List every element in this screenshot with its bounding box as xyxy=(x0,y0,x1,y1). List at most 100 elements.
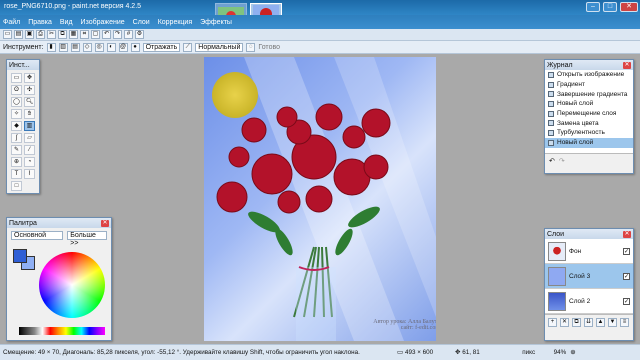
merge-layer-icon[interactable]: ⇊ xyxy=(584,318,593,327)
menu-file[interactable]: Файл xyxy=(3,19,20,26)
history-panel: Журнал ✕ Открыть изображение Градиент За… xyxy=(544,59,634,174)
layers-controls: + ✕ ⧉ ⇊ ▲ ▼ ≡ xyxy=(545,314,633,330)
cut-icon[interactable]: ✂ xyxy=(47,30,56,39)
move-layer-down-icon[interactable]: ▼ xyxy=(608,318,617,327)
layers-list: Фон ✓ Слой 3 ✓ Слой 2 ✓ xyxy=(545,239,633,314)
gradient-spiral-icon[interactable]: @ xyxy=(118,42,128,52)
layer-thumbnail xyxy=(548,291,566,311)
palette-swatch-row[interactable] xyxy=(19,327,105,335)
add-layer-icon[interactable]: + xyxy=(548,318,557,327)
pencil-icon[interactable]: ✎ xyxy=(11,145,22,155)
text-icon[interactable]: T xyxy=(11,169,22,179)
lasso-select-icon[interactable]: ʘ xyxy=(11,85,22,95)
grid-icon[interactable]: # xyxy=(124,30,133,39)
palette-mode-dropdown[interactable]: Основной xyxy=(11,231,64,240)
main-toolbar: ▭ ▤ ▣ ⎙ ✂ ⧉ ▦ ⌗ ▢ ↶ ↷ # ⚙ xyxy=(0,29,640,41)
history-item[interactable]: Новый слой xyxy=(545,137,633,148)
move-selected-icon[interactable]: ✣ xyxy=(24,85,35,95)
primary-color-swatch[interactable] xyxy=(13,249,27,263)
close-icon[interactable]: ✕ xyxy=(623,230,631,238)
gradient-linear-icon[interactable]: ▥ xyxy=(58,42,68,52)
zoom-level[interactable]: 94% xyxy=(542,349,567,356)
settings-icon[interactable]: ⚙ xyxy=(135,30,144,39)
image-canvas[interactable]: Автор урока: Алла Балута сайт: f-edit.co… xyxy=(204,57,436,341)
history-item[interactable]: Градиент xyxy=(545,80,633,90)
reflect-dropdown[interactable]: Отражать xyxy=(142,42,181,52)
paintbrush-icon[interactable]: ʃ xyxy=(11,133,22,143)
layer-visibility-checkbox[interactable]: ✓ xyxy=(623,247,630,255)
redo-icon[interactable]: ↷ xyxy=(559,157,565,165)
deselect-icon[interactable]: ▢ xyxy=(91,30,100,39)
gradient-icon[interactable]: ▥ xyxy=(24,121,35,131)
close-icon[interactable]: ✕ xyxy=(623,61,631,69)
layer-visibility-checkbox[interactable]: ✓ xyxy=(623,297,630,305)
current-tool-icon[interactable]: ▮ xyxy=(46,42,56,52)
undo-icon[interactable]: ↶ xyxy=(102,30,111,39)
blend-mode-dropdown[interactable]: Нормальный xyxy=(195,42,244,52)
eraser-icon[interactable]: ▱ xyxy=(24,133,35,143)
layer-row[interactable]: Фон ✓ xyxy=(545,239,633,264)
layer-row[interactable]: Слой 3 ✓ xyxy=(545,264,633,289)
close-icon[interactable]: ✕ xyxy=(101,219,109,227)
history-item[interactable]: Турбулентность xyxy=(545,128,633,138)
zoom-in-icon[interactable]: ⊕ xyxy=(570,349,575,356)
gradient-diamond-icon[interactable]: ◇ xyxy=(82,42,92,52)
menu-adjustments[interactable]: Коррекция xyxy=(158,19,192,26)
delete-layer-icon[interactable]: ✕ xyxy=(560,318,569,327)
color-wheel[interactable] xyxy=(39,252,105,318)
menu-image[interactable]: Изображение xyxy=(81,19,125,26)
layer-properties-icon[interactable]: ≡ xyxy=(620,318,629,327)
tool-options-bar: Инструмент: ▮ ▥ ▤ ◇ ◎ ◐ @ ● Отражать ⟋ Н… xyxy=(0,41,640,54)
close-button[interactable]: ✕ xyxy=(620,2,638,12)
history-item[interactable]: Завершение градиента xyxy=(545,89,633,99)
clone-stamp-icon[interactable]: ⊕ xyxy=(11,157,22,167)
antialias-icon[interactable]: ⟋ xyxy=(183,42,193,52)
line-curve-icon[interactable]: ⌇ xyxy=(24,169,35,179)
rectangle-select-icon[interactable]: ▭ xyxy=(11,73,22,83)
new-layer-icon xyxy=(548,100,554,107)
shapes-icon[interactable]: □ xyxy=(11,181,22,191)
print-icon[interactable]: ⎙ xyxy=(36,30,45,39)
undo-icon[interactable]: ↶ xyxy=(549,157,555,165)
done-button[interactable]: Готово xyxy=(258,44,280,51)
recolor-icon[interactable]: ◔ xyxy=(24,157,35,167)
duplicate-layer-icon[interactable]: ⧉ xyxy=(572,318,581,327)
status-hint: Смещение: 49 × 70, Диагональ: 85,28 пикс… xyxy=(3,349,360,356)
gradient-conical-icon[interactable]: ◐ xyxy=(106,42,116,52)
new-file-icon[interactable]: ▭ xyxy=(3,30,12,39)
history-item[interactable]: Открыть изображение xyxy=(545,70,633,80)
open-file-icon[interactable]: ▤ xyxy=(14,30,23,39)
pan-icon[interactable]: ✋︎ xyxy=(24,109,35,119)
layer-row[interactable]: Слой 2 ✓ xyxy=(545,289,633,314)
maximize-button[interactable]: □ xyxy=(603,2,617,12)
minimize-button[interactable]: – xyxy=(586,2,600,12)
crop-icon[interactable]: ⌗ xyxy=(80,30,89,39)
gradient-linear-reflected-icon[interactable]: ▤ xyxy=(70,42,80,52)
copy-icon[interactable]: ⧉ xyxy=(58,30,67,39)
history-item[interactable]: Новый слой xyxy=(545,99,633,109)
magic-wand-icon[interactable]: ✧ xyxy=(11,109,22,119)
zoom-icon[interactable]: 🔍︎ xyxy=(24,97,35,107)
layer-visibility-checkbox[interactable]: ✓ xyxy=(623,272,630,280)
menu-layers[interactable]: Слои xyxy=(133,19,150,26)
save-icon[interactable]: ▣ xyxy=(25,30,34,39)
redo-icon[interactable]: ↷ xyxy=(113,30,122,39)
alpha-icon[interactable]: ◌ xyxy=(246,42,256,52)
color-picker-icon[interactable]: ⁄ xyxy=(24,145,35,155)
menu-effects[interactable]: Эффекты xyxy=(200,19,232,26)
history-item[interactable]: Замена цвета xyxy=(545,118,633,128)
tools-panel-title: Инст... xyxy=(9,61,30,69)
color-mode-icon[interactable]: ● xyxy=(130,42,140,52)
move-selection-icon[interactable]: ✥ xyxy=(24,73,35,83)
move-layer-up-icon[interactable]: ▲ xyxy=(596,318,605,327)
gradient-radial-icon[interactable]: ◎ xyxy=(94,42,104,52)
ellipse-select-icon[interactable]: ◯ xyxy=(11,97,22,107)
paint-bucket-icon[interactable]: ◆ xyxy=(11,121,22,131)
more-colors-button[interactable]: Больше >> xyxy=(67,231,107,247)
palette-panel-header: Палитра ✕ xyxy=(7,218,111,228)
units-dropdown[interactable]: пикс xyxy=(522,349,542,356)
menu-view[interactable]: Вид xyxy=(60,19,73,26)
paste-icon[interactable]: ▦ xyxy=(69,30,78,39)
menu-edit[interactable]: Правка xyxy=(28,19,52,26)
history-item[interactable]: Перемещение слоя xyxy=(545,109,633,119)
